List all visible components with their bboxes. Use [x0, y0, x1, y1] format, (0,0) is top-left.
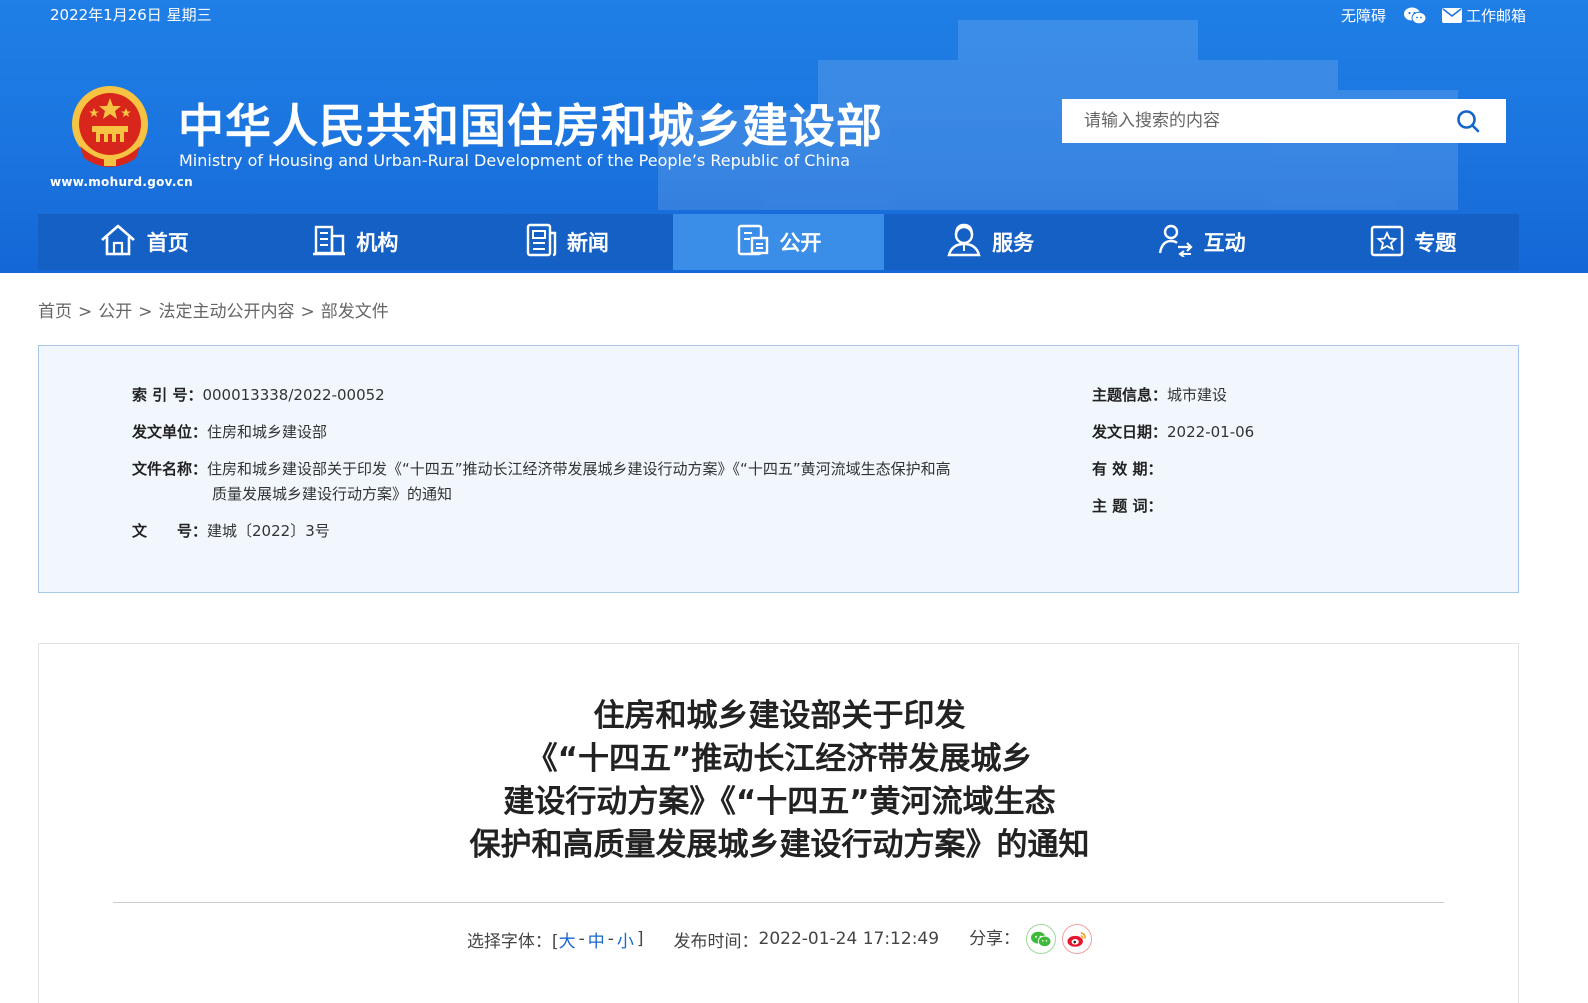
news-icon: [525, 223, 557, 262]
site-url: www.mohurd.gov.cn: [50, 175, 193, 189]
meta-name-value-line1: 住房和城乡建设部关于印发《“十四五”推动长江经济带发展城乡建设行动方案》《“十四…: [207, 460, 951, 478]
divider: [113, 902, 1444, 903]
meta-index-row: 索 引 号：000013338/2022-00052: [132, 383, 385, 408]
weibo-share-icon[interactable]: [1062, 924, 1093, 954]
mail-icon[interactable]: [1441, 8, 1462, 23]
font-large-button[interactable]: 大: [559, 927, 576, 952]
meta-unit-value: 住房和城乡建设部: [207, 423, 328, 441]
meta-name-row: 文件名称：住房和城乡建设部关于印发《“十四五”推动长江经济带发展城乡建设行动方案…: [132, 457, 951, 482]
font-small-button[interactable]: 小: [617, 927, 634, 952]
document-title-line: 住房和城乡建设部关于印发: [593, 698, 966, 734]
meta-unit-row: 发文单位：住房和城乡建设部: [132, 420, 327, 445]
font-medium-button[interactable]: 中: [588, 927, 605, 952]
meta-name-label: 文件名称：: [132, 460, 208, 478]
nav-label: 公开: [779, 231, 822, 255]
breadcrumb-statutory[interactable]: 法定主动公开内容: [159, 302, 295, 322]
star-icon: [1370, 223, 1404, 262]
meta-docno-label: 文 号：: [132, 522, 208, 540]
site-title-en: Ministry of Housing and Urban-Rural Deve…: [179, 151, 851, 170]
nav-label: 服务: [992, 231, 1035, 255]
meta-keywords-row: 主 题 词：: [1092, 494, 1162, 519]
breadcrumb-separator: >: [138, 302, 153, 322]
document-tools: 选择字体：[ 大 - 中 - 小 ] 发布时间： 2022-01-24 17:1…: [39, 924, 1520, 954]
nav-label: 首页: [146, 231, 189, 255]
meta-date-label: 发文日期：: [1092, 423, 1168, 441]
search-icon[interactable]: [1456, 109, 1480, 137]
nav-item-news[interactable]: 新闻: [461, 214, 673, 270]
nav-item-public[interactable]: 公开: [672, 214, 885, 270]
meta-valid-label: 有 效 期：: [1092, 460, 1163, 478]
font-size-close: ]: [636, 929, 644, 949]
home-icon: [99, 223, 137, 262]
meta-index-value: 000013338/2022-00052: [202, 386, 385, 404]
main-nav: 首页 机构 新闻 公开 服务 互动 专题: [38, 214, 1519, 270]
nav-label: 专题: [1414, 231, 1457, 255]
document-metadata: 索 引 号：000013338/2022-00052 发文单位：住房和城乡建设部…: [38, 345, 1519, 593]
meta-valid-row: 有 效 期：: [1092, 457, 1162, 482]
publish-time-label: 发布时间：: [673, 931, 759, 952]
publish-time-value: 2022-01-24 17:12:49: [758, 929, 940, 949]
wechat-icon[interactable]: [1403, 7, 1426, 25]
meta-unit-label: 发文单位：: [132, 423, 208, 441]
wechat-share-icon[interactable]: [1026, 924, 1057, 954]
nav-label: 机构: [356, 231, 399, 255]
meta-topic-label: 主题信息：: [1092, 386, 1168, 404]
meta-topic-value: 城市建设: [1167, 386, 1228, 404]
document-title-line: 保护和高质量发展城乡建设行动方案》的通知: [469, 827, 1090, 863]
meta-docno-row: 文 号：建城〔2022〕3号: [132, 519, 330, 544]
nav-item-topics[interactable]: 专题: [1307, 214, 1519, 270]
breadcrumb-separator: >: [78, 302, 93, 322]
document-icon: [736, 223, 770, 262]
top-links: 无障碍 工作邮箱: [1341, 5, 1526, 26]
breadcrumb-public[interactable]: 公开: [98, 302, 132, 322]
document-title-line: 建设行动方案》《“十四五”黄河流域生态: [503, 784, 1056, 820]
breadcrumb: 首页 > 公开 > 法定主动公开内容 > 部发文件: [38, 297, 389, 322]
nav-item-service[interactable]: 服务: [884, 214, 1096, 270]
breadcrumb-home[interactable]: 首页: [38, 302, 72, 322]
building-icon: [312, 224, 346, 261]
nav-label: 新闻: [566, 231, 609, 255]
search-box: [1062, 99, 1506, 143]
meta-topic-row: 主题信息：城市建设: [1092, 383, 1227, 408]
service-icon: [946, 223, 982, 262]
meta-index-label: 索 引 号：: [132, 386, 203, 404]
meta-name-row-cont: 质量发展城乡建设行动方案》的通知: [212, 482, 452, 507]
font-size-label: 选择字体：[: [466, 931, 559, 952]
font-separator: -: [607, 929, 614, 949]
meta-docno-value: 建城〔2022〕3号: [207, 522, 330, 540]
current-date: 2022年1月26日 星期三: [50, 6, 212, 24]
search-input[interactable]: [1082, 110, 1446, 132]
nav-item-home[interactable]: 首页: [38, 214, 250, 270]
meta-date-value: 2022-01-06: [1167, 423, 1255, 441]
document-title: 住房和城乡建设部关于印发 《“十四五”推动长江经济带发展城乡 建设行动方案》《“…: [39, 695, 1520, 867]
nav-item-organization[interactable]: 机构: [250, 214, 462, 270]
national-emblem-icon: [70, 84, 150, 168]
accessibility-link[interactable]: 无障碍: [1341, 5, 1386, 26]
work-email-link[interactable]: 工作邮箱: [1466, 5, 1526, 26]
meta-name-value-line2: 质量发展城乡建设行动方案》的通知: [212, 485, 453, 503]
nav-item-interaction[interactable]: 互动: [1096, 214, 1308, 270]
nav-label: 互动: [1203, 231, 1246, 255]
breadcrumb-ministry-docs[interactable]: 部发文件: [321, 302, 389, 322]
document-content: 住房和城乡建设部关于印发 《“十四五”推动长江经济带发展城乡 建设行动方案》《“…: [38, 643, 1519, 1003]
site-title-cn[interactable]: 中华人民共和国住房和城乡建设部: [178, 90, 883, 156]
share-label: 分享：: [969, 928, 1021, 949]
document-title-line: 《“十四五”推动长江经济带发展城乡: [526, 741, 1033, 777]
share-buttons: [1026, 924, 1093, 954]
interaction-icon: [1158, 223, 1194, 262]
font-separator: -: [578, 929, 585, 949]
meta-keywords-label: 主 题 词：: [1092, 497, 1163, 515]
meta-date-row: 发文日期：2022-01-06: [1092, 420, 1254, 445]
breadcrumb-separator: >: [300, 302, 315, 322]
site-header: 2022年1月26日 星期三 无障碍 工作邮箱 www.mohurd.gov.c…: [0, 0, 1588, 273]
